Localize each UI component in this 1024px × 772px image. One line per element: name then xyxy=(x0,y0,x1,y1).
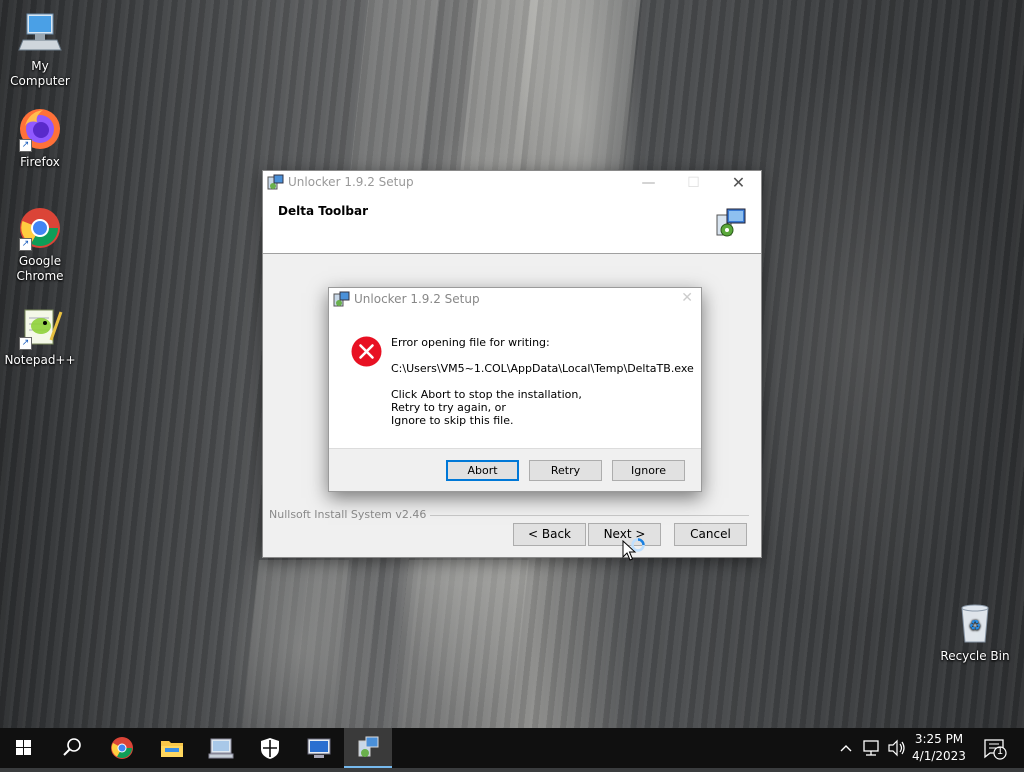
taskbar-windows-security[interactable] xyxy=(246,728,294,768)
desktop-icon-firefox[interactable]: ↗ Firefox xyxy=(0,106,80,170)
maximize-button[interactable]: ☐ xyxy=(671,171,716,195)
desktop-icon-recycle-bin[interactable]: ♻ Recycle Bin xyxy=(935,600,1015,664)
error-icon xyxy=(351,336,382,367)
clock[interactable]: 3:25 PM 4/1/2023 xyxy=(910,728,968,768)
desktop-icon-notepad-plus-plus[interactable]: ↗ Notepad++ xyxy=(0,304,80,368)
shortcut-arrow-icon: ↗ xyxy=(19,238,32,251)
close-button[interactable]: ✕ xyxy=(716,171,761,195)
computer-management-icon xyxy=(208,738,234,759)
taskbar-chrome[interactable] xyxy=(98,728,146,768)
branding-line: Nullsoft Install System v2.46 xyxy=(269,508,749,522)
computer-icon xyxy=(17,10,63,56)
notepad-plus-plus-icon: ↗ xyxy=(17,304,63,350)
close-button[interactable]: ✕ xyxy=(681,290,693,306)
firefox-icon: ↗ xyxy=(17,106,63,152)
dialog-button-bar: Abort Retry Ignore xyxy=(329,448,701,491)
dialog-title-bar[interactable]: Unlocker 1.9.2 Setup ✕ xyxy=(329,288,701,310)
start-button[interactable] xyxy=(0,728,48,768)
cancel-button[interactable]: Cancel xyxy=(674,523,747,546)
clock-date: 4/1/2023 xyxy=(912,749,966,763)
dialog-title: Unlocker 1.9.2 Setup xyxy=(354,292,480,306)
retry-button[interactable]: Retry xyxy=(529,460,602,481)
installer-icon xyxy=(267,174,284,191)
setup-header-panel: Delta Toolbar xyxy=(263,195,761,254)
error-dialog: Unlocker 1.9.2 Setup ✕ Error opening fil… xyxy=(328,287,702,492)
back-button[interactable]: < Back xyxy=(513,523,586,546)
error-instruction-1: Click Abort to stop the installation, xyxy=(391,388,582,401)
speaker-icon xyxy=(888,739,905,757)
desktop-icon-label: Recycle Bin xyxy=(940,649,1010,663)
chevron-up-icon xyxy=(840,745,852,752)
search-icon xyxy=(63,738,81,756)
page-title: Delta Toolbar xyxy=(278,204,369,218)
error-file-path: C:\Users\VM5~1.COL\AppData\Local\Temp\De… xyxy=(391,362,694,375)
volume-tray-button[interactable] xyxy=(884,728,910,768)
setup-window-title: Unlocker 1.9.2 Setup xyxy=(288,175,414,189)
notification-count-badge: 1 xyxy=(996,746,1004,757)
unlocker-setup-icon xyxy=(358,736,379,757)
busy-spinner-icon xyxy=(631,537,645,552)
ignore-button[interactable]: Ignore xyxy=(612,460,685,481)
chrome-icon: ↗ xyxy=(17,205,63,251)
abort-button[interactable]: Abort xyxy=(446,460,519,481)
error-message: Error opening file for writing: xyxy=(391,336,550,349)
taskbar-unlocker-setup[interactable] xyxy=(344,728,392,768)
show-hidden-icons-button[interactable] xyxy=(834,728,858,768)
setup-title-bar[interactable]: Unlocker 1.9.2 Setup — ☐ ✕ xyxy=(263,171,761,195)
chrome-icon xyxy=(111,737,133,759)
shortcut-arrow-icon: ↗ xyxy=(19,139,32,152)
desktop-icon-label: Firefox xyxy=(20,155,60,169)
error-instruction-2: Retry to try again, or xyxy=(391,401,506,414)
file-explorer-icon xyxy=(161,741,183,757)
taskbar-computer-management[interactable] xyxy=(197,728,245,768)
start-icon xyxy=(16,740,31,755)
minimize-button[interactable]: — xyxy=(626,171,671,195)
network-tray-button[interactable] xyxy=(858,728,884,768)
desktop-icon-google-chrome[interactable]: ↗ Google Chrome xyxy=(0,205,80,284)
recycle-bin-icon: ♻ xyxy=(952,600,998,646)
desktop-icon-label: Notepad++ xyxy=(4,353,76,367)
action-center-button[interactable]: 1 xyxy=(976,728,1024,768)
clock-time: 3:25 PM xyxy=(914,732,964,746)
windows-security-icon xyxy=(261,738,279,759)
installer-icon xyxy=(333,291,350,308)
svg-text:♻: ♻ xyxy=(969,618,982,634)
taskbar: 3:25 PM 4/1/2023 1 xyxy=(0,728,1024,768)
network-icon xyxy=(863,740,879,756)
desktop-icon-label: Google Chrome xyxy=(16,254,64,283)
remote-desktop-icon xyxy=(307,738,331,758)
taskbar-file-explorer[interactable] xyxy=(148,728,196,768)
taskbar-remote-desktop[interactable] xyxy=(295,728,343,768)
desktop-icon-label: My Computer xyxy=(10,59,70,88)
desktop-icon-my-computer[interactable]: My Computer xyxy=(0,10,80,89)
error-instruction-3: Ignore to skip this file. xyxy=(391,414,514,427)
search-button[interactable] xyxy=(48,728,96,768)
installer-header-icon xyxy=(715,207,747,239)
shortcut-arrow-icon: ↗ xyxy=(19,337,32,350)
branding-text: Nullsoft Install System v2.46 xyxy=(269,508,431,521)
